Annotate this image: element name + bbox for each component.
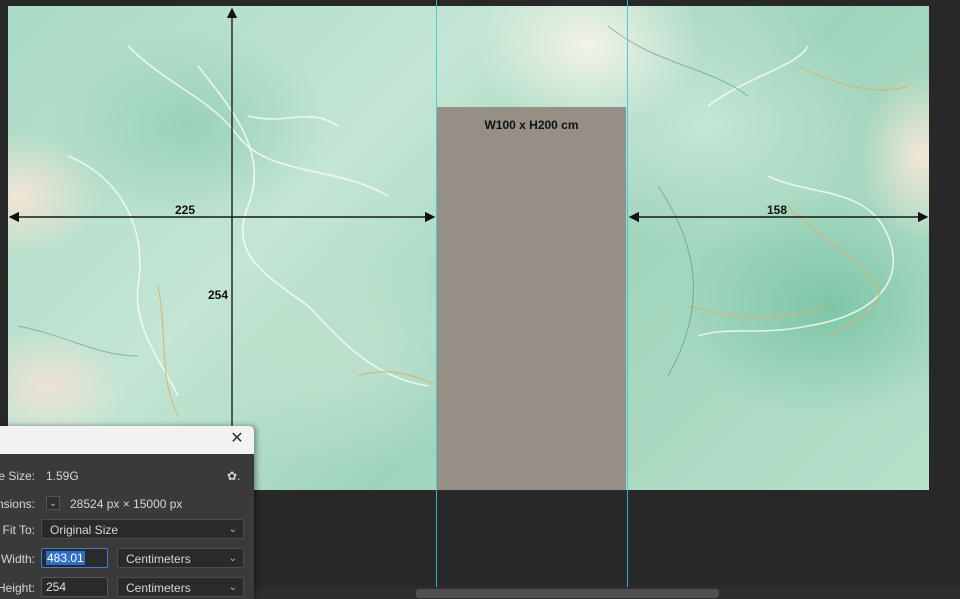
guide-line-right[interactable] bbox=[627, 0, 628, 587]
fit-to-value: Original Size bbox=[50, 523, 119, 537]
fit-to-label: Fit To: bbox=[2, 523, 35, 537]
door-panel bbox=[437, 107, 626, 490]
width-value: 483.01 bbox=[46, 551, 85, 565]
gear-icon[interactable]: ✿. bbox=[227, 469, 240, 483]
width-unit-select[interactable]: Centimeters ⌄ bbox=[117, 548, 244, 568]
height-unit-select[interactable]: Centimeters ⌄ bbox=[117, 577, 244, 597]
dimensions-value: 28524 px × 15000 px bbox=[70, 497, 183, 511]
height-unit-value: Centimeters bbox=[126, 581, 191, 595]
width-input[interactable]: 483.01 bbox=[41, 548, 108, 568]
chevron-down-icon: ⌄ bbox=[228, 524, 237, 535]
horizontal-scrollbar-thumb[interactable] bbox=[416, 589, 719, 598]
dim-left-width-label: 225 bbox=[175, 203, 196, 217]
dimensions-label: nsions: bbox=[0, 497, 35, 511]
dim-right-width-label: 158 bbox=[767, 203, 788, 217]
height-label: Height: bbox=[0, 581, 35, 595]
dialog-titlebar[interactable]: ✕ bbox=[0, 426, 254, 454]
door-size-label: W100 x H200 cm bbox=[484, 118, 579, 132]
width-label: Width: bbox=[0, 552, 35, 566]
chevron-down-icon: ⌄ bbox=[228, 553, 237, 564]
width-unit-value: Centimeters bbox=[126, 552, 191, 566]
image-size-dialog: ✕ e Size: 1.59G ✿. nsions: ⌄ 28524 px × … bbox=[0, 426, 254, 599]
close-icon[interactable]: ✕ bbox=[228, 430, 246, 448]
height-input[interactable]: 254 bbox=[41, 577, 108, 597]
fit-to-select[interactable]: Original Size ⌄ bbox=[41, 519, 244, 539]
chevron-down-icon: ⌄ bbox=[228, 582, 237, 593]
image-size-label: e Size: bbox=[0, 469, 35, 483]
image-size-value: 1.59G bbox=[46, 469, 79, 483]
dim-height-label: 254 bbox=[208, 288, 229, 302]
height-value: 254 bbox=[46, 580, 67, 594]
chevron-down-icon[interactable]: ⌄ bbox=[46, 496, 60, 510]
